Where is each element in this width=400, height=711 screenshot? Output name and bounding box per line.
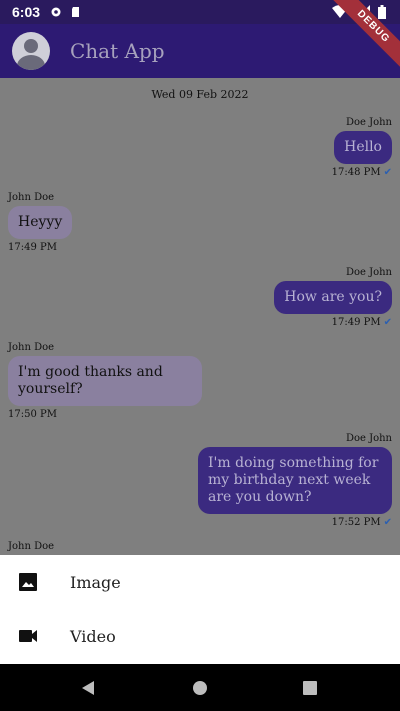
message-incoming: John Doe I'm good thanks and yourself? 1… <box>8 342 392 420</box>
screen: 6:03 Chat App DEBUG Wed 09 Feb 2022 Doe … <box>0 0 400 711</box>
message-time: 17:48 PM <box>331 167 381 178</box>
app-bar: Chat App <box>0 24 400 78</box>
navigation-bar <box>0 664 400 711</box>
battery-icon <box>378 5 386 19</box>
app-title: Chat App <box>70 39 165 63</box>
image-option[interactable]: Image <box>0 555 400 609</box>
video-option[interactable]: Video <box>0 609 400 663</box>
message-time: 17:50 PM <box>8 409 57 420</box>
attachment-bottom-sheet: Image Video <box>0 555 400 664</box>
read-receipt-icon: ✔ <box>383 167 392 178</box>
sd-card-icon <box>72 7 80 17</box>
date-divider: Wed 09 Feb 2022 <box>151 88 249 101</box>
message-time: 17:49 PM <box>8 242 57 253</box>
status-time: 6:03 <box>12 4 41 20</box>
read-receipt-icon: ✔ <box>383 317 392 328</box>
message-incoming: John Doe <box>8 541 392 552</box>
message-sender: Doe John <box>345 267 392 278</box>
message-incoming: John Doe Heyyy 17:49 PM <box>8 192 392 253</box>
message-outgoing: Doe John How are you? 17:49 PM ✔ <box>8 267 392 328</box>
avatar[interactable] <box>12 32 50 70</box>
message-bubble[interactable]: Heyyy <box>8 206 73 239</box>
settings-icon <box>51 7 61 17</box>
videocam-icon <box>19 630 37 642</box>
message-time: 17:52 PM <box>331 517 381 528</box>
message-bubble[interactable]: Hello <box>334 131 392 164</box>
message-bubble[interactable]: I'm good thanks and yourself? <box>8 356 202 406</box>
back-icon[interactable] <box>80 680 96 696</box>
message-outgoing: Doe John Hello 17:48 PM ✔ <box>8 117 392 178</box>
video-option-label: Video <box>70 626 116 646</box>
message-sender: John Doe <box>8 192 55 203</box>
read-receipt-icon: ✔ <box>383 517 392 528</box>
message-sender: Doe John <box>345 433 392 444</box>
message-sender: John Doe <box>8 541 55 552</box>
message-outgoing: Doe John I'm doing something for my birt… <box>8 433 392 528</box>
message-time: 17:49 PM <box>331 317 381 328</box>
image-option-label: Image <box>70 572 121 592</box>
message-sender: John Doe <box>8 342 55 353</box>
home-icon[interactable] <box>192 680 208 696</box>
message-sender: Doe John <box>345 117 392 128</box>
message-bubble[interactable]: I'm doing something for my birthday next… <box>198 447 392 514</box>
chat-list[interactable]: Wed 09 Feb 2022 Doe John Hello 17:48 PM ✔… <box>0 78 400 555</box>
image-icon <box>19 573 37 591</box>
message-bubble[interactable]: How are you? <box>274 281 392 314</box>
recents-icon[interactable] <box>302 680 318 696</box>
